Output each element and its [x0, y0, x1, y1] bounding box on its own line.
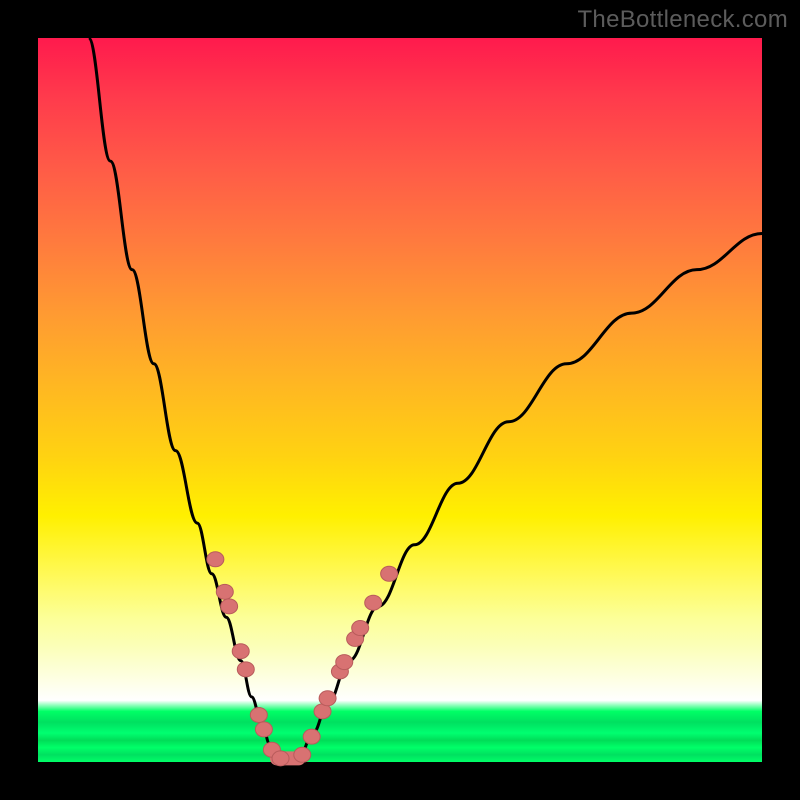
data-dot — [381, 566, 398, 581]
data-dot — [352, 621, 369, 636]
data-dot — [294, 747, 311, 762]
data-dot — [216, 584, 233, 599]
data-dot — [336, 655, 353, 670]
curves-layer — [38, 38, 762, 762]
chart-container: TheBottleneck.com — [0, 0, 800, 800]
right-curve — [299, 233, 762, 758]
data-dot — [221, 599, 238, 614]
data-dot — [272, 751, 289, 766]
dots-left — [207, 552, 289, 766]
data-dot — [207, 552, 224, 567]
data-dot — [319, 691, 336, 706]
data-dot — [237, 662, 254, 677]
data-dot — [255, 722, 272, 737]
watermark-text: TheBottleneck.com — [577, 6, 788, 34]
dots-right — [294, 566, 398, 762]
data-dot — [250, 707, 267, 722]
data-dot — [365, 595, 382, 610]
plot-area — [38, 38, 762, 762]
data-dot — [232, 644, 249, 659]
data-dot — [303, 729, 320, 744]
